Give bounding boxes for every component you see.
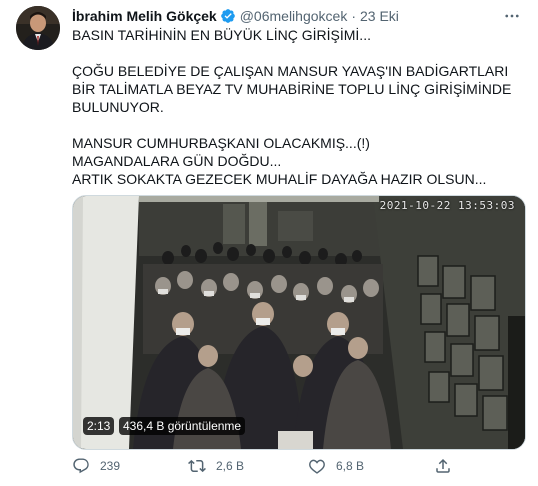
share-icon bbox=[436, 458, 450, 473]
video-duration: 2:13 bbox=[83, 417, 115, 435]
avatar-image bbox=[16, 6, 60, 50]
avatar[interactable] bbox=[16, 6, 60, 50]
reply-icon bbox=[73, 458, 89, 474]
retweet-icon bbox=[188, 459, 206, 473]
share-button[interactable] bbox=[434, 455, 462, 477]
retweet-button[interactable]: 2,6 B bbox=[188, 455, 244, 477]
tweet-video[interactable]: 2021-10-22 13:53:03 2:13 436,4 B görüntü… bbox=[72, 195, 526, 450]
verified-badge-icon bbox=[220, 8, 236, 24]
header-separator: · bbox=[351, 8, 356, 24]
tweet-date[interactable]: 23 Eki bbox=[360, 8, 399, 24]
retweet-count: 2,6 B bbox=[216, 459, 245, 473]
video-frame bbox=[73, 196, 525, 449]
like-count: 6,8 B bbox=[336, 459, 365, 473]
reply-button[interactable]: 239 bbox=[72, 455, 120, 477]
reply-count: 239 bbox=[100, 459, 121, 473]
like-button[interactable]: 6,8 B bbox=[308, 455, 364, 477]
tweet-text: BASIN TARİHİNİN EN BÜYÜK LİNÇ GİRİŞİMİ..… bbox=[72, 27, 512, 187]
tweet-actions: 239 2,6 B 6,8 B bbox=[72, 455, 472, 477]
more-dots-icon[interactable] bbox=[502, 6, 522, 26]
video-timestamp: 2021-10-22 13:53:03 bbox=[379, 199, 515, 212]
author-handle[interactable]: @06melihgokcek bbox=[240, 8, 348, 24]
tweet[interactable]: İbrahim Melih Gökçek @06melihgokcek · 23… bbox=[0, 0, 538, 486]
tweet-header: İbrahim Melih Gökçek @06melihgokcek · 23… bbox=[72, 6, 522, 26]
author-name[interactable]: İbrahim Melih Gökçek bbox=[72, 8, 217, 24]
video-view-count: 436,4 B görüntülenme bbox=[119, 417, 246, 435]
heart-icon bbox=[309, 459, 325, 474]
